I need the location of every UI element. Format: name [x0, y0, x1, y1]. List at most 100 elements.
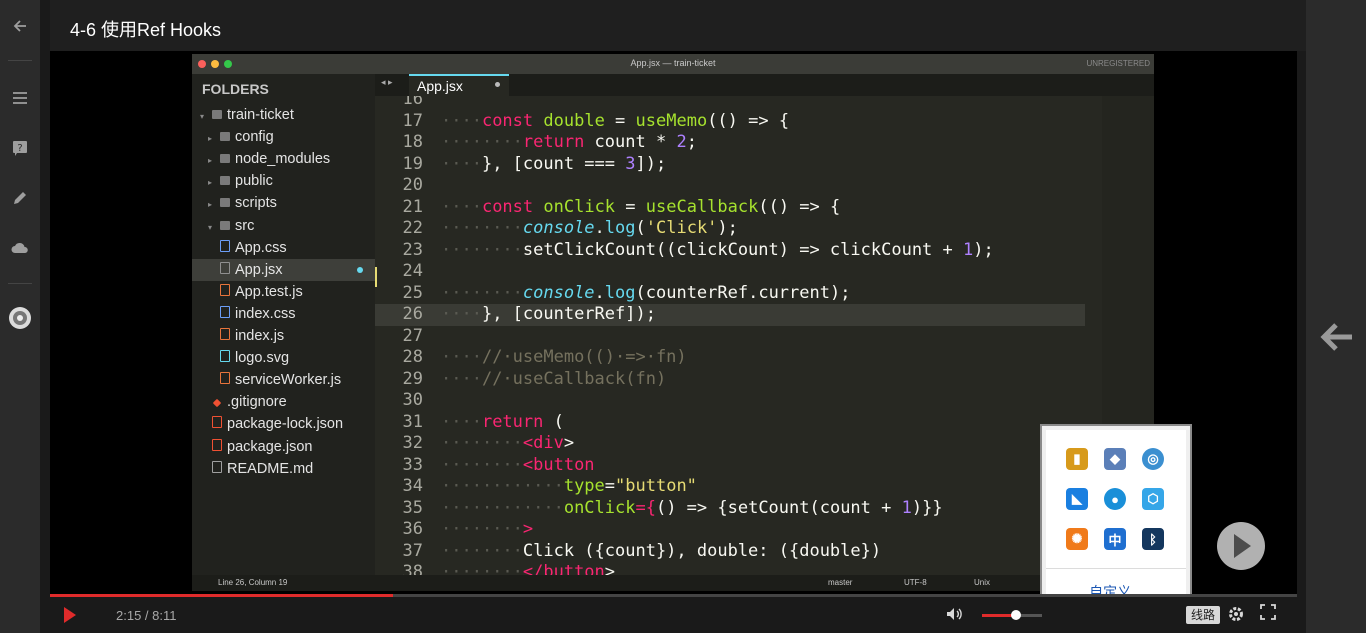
sidebar-item-scripts[interactable]: ▸ scripts — [192, 192, 375, 214]
menu-icon — [13, 92, 27, 104]
next-lesson-button[interactable] — [1318, 320, 1354, 360]
fullscreen-button[interactable] — [1260, 604, 1276, 625]
menu-button[interactable] — [0, 78, 40, 118]
page-title: 4-6 使用Ref Hooks — [70, 20, 222, 40]
code-text: ········<div> — [441, 433, 575, 453]
play-button[interactable] — [64, 607, 76, 623]
sidebar-item-index-js[interactable]: index.js — [192, 325, 375, 347]
left-rail: ? — [0, 0, 40, 633]
progress-bar[interactable] — [50, 594, 1297, 597]
code-text: ····const onClick = useCallback(() => { — [441, 196, 841, 217]
sidebar-item-config[interactable]: ▸ config — [192, 126, 375, 148]
avatar[interactable] — [0, 298, 40, 338]
sidebar-item-package-lock-json[interactable]: package-lock.json — [192, 413, 375, 435]
volume-knob[interactable] — [1010, 610, 1021, 620]
app-blue-icon[interactable]: ◣ — [1066, 488, 1088, 510]
volume-slider[interactable] — [982, 610, 1042, 620]
system-tray-popup: ▮ ◆ ◎ ◣ ● ⬡ ✺ 中 ᛒ 自定义... — [1040, 424, 1192, 617]
sidebar-item-label: public — [235, 173, 273, 190]
sidebar-item-app-css[interactable]: App.css — [192, 237, 375, 259]
code-line: 38 ········</button> — [375, 562, 1085, 575]
play-overlay-button[interactable] — [1217, 522, 1265, 570]
globe-icon[interactable]: ◎ — [1142, 448, 1164, 470]
gear-icon — [1229, 607, 1243, 621]
tab-label: App.jsx — [417, 78, 463, 94]
line-number: 33 — [402, 454, 423, 475]
sidebar-item-label: package.json — [227, 438, 313, 455]
sidebar-item-label: .gitignore — [227, 394, 287, 411]
sidebar-item-train-ticket[interactable]: ▾ train-ticket — [192, 104, 375, 126]
volume-button[interactable] — [946, 606, 962, 627]
sidebar-item-label: package-lock.json — [227, 416, 344, 433]
code-line: 17 ····const double = useMemo(() => { — [375, 111, 1085, 133]
edit-button[interactable] — [0, 178, 40, 218]
sidebar-item-label: README.md — [227, 460, 314, 477]
code-line: 16 — [375, 96, 1085, 111]
sidebar-item-app-jsx[interactable]: App.jsx — [192, 258, 375, 281]
code-line: 31 ····return ( — [375, 412, 1085, 434]
sidebar-item-label: serviceWorker.js — [235, 372, 342, 389]
line-number: 19 — [402, 153, 423, 174]
avatar-icon — [9, 307, 31, 329]
pencil-icon — [14, 192, 26, 204]
code-line: 28 ····//·useMemo(()·=>·fn) — [375, 347, 1085, 369]
sidebar-item-gitignore[interactable]: .gitignore — [192, 391, 375, 413]
help-button[interactable]: ? — [0, 128, 40, 168]
tab-app-jsx[interactable]: App.jsx — [409, 74, 509, 96]
sidebar-item-serviceworker-js[interactable]: serviceWorker.js — [192, 369, 375, 391]
sidebar-item-label: App.jsx — [235, 261, 283, 278]
network-monitor-icon[interactable]: ◆ — [1104, 448, 1126, 470]
sidebar-item-app-test-js[interactable]: App.test.js — [192, 281, 375, 303]
tab-bar: ◂ ▸ App.jsx — [375, 74, 1154, 96]
sidebar-item-src[interactable]: ▾ src — [192, 215, 375, 237]
hexagon-icon[interactable]: ⬡ — [1142, 488, 1164, 510]
sidebar-item-label: index.css — [235, 305, 296, 322]
sidebar-item-label: node_modules — [235, 151, 331, 168]
expand-arrow-icon: ▸ — [208, 134, 213, 144]
settings-button[interactable] — [1228, 606, 1244, 627]
line-number: 30 — [402, 390, 423, 410]
code-line: 25 ········console.log(counterRef.current… — [375, 283, 1085, 305]
sidebar-item-node-modules[interactable]: ▸ node_modules — [192, 148, 375, 170]
line-number: 26 — [402, 304, 423, 324]
sidebar-item-logo-svg[interactable]: logo.svg — [192, 347, 375, 369]
line-number: 22 — [402, 218, 423, 238]
sun-app-icon[interactable]: ✺ — [1066, 528, 1088, 550]
file-icon — [220, 305, 230, 318]
expand-arrow-icon: ▸ — [208, 156, 213, 166]
code-area[interactable]: 16 17 ····const double = useMemo(() => {18… — [375, 96, 1154, 575]
line-select-button[interactable]: 线路 — [1186, 606, 1220, 624]
editor-title-bar: App.jsx — train-ticket UNREGISTERED — [192, 54, 1154, 74]
unsaved-dot — [495, 82, 500, 87]
input-method-icon[interactable]: 中 — [1104, 528, 1126, 550]
sidebar-item-readme-md[interactable]: README.md — [192, 458, 375, 480]
code-text: ········</button> — [441, 562, 616, 575]
line-number: 17 — [402, 110, 423, 131]
folder-icon — [220, 198, 230, 208]
sidebar-item-public[interactable]: ▸ public — [192, 170, 375, 192]
shield-icon[interactable]: ▮ — [1066, 448, 1088, 470]
code-line: 37 ········Click ({count}), double: ({dou… — [375, 541, 1085, 563]
title-bar: 4-6 使用Ref Hooks — [50, 0, 1306, 51]
player-controls: 2:15 / 8:11 线路 — [50, 594, 1297, 633]
code-text: ····const double = useMemo(() => { — [441, 110, 790, 131]
code-text: ····return ( — [441, 411, 564, 432]
arrow-left-icon — [13, 20, 26, 32]
play-icon — [1234, 534, 1251, 558]
line-number: 23 — [402, 239, 423, 260]
file-icon — [212, 438, 222, 451]
code-text: ········> — [441, 519, 534, 539]
cloud-icon — [11, 242, 28, 253]
back-button[interactable] — [0, 6, 40, 46]
bluetooth-icon[interactable]: ᛒ — [1142, 528, 1164, 550]
folder-icon — [220, 220, 230, 230]
line-number: 25 — [402, 282, 423, 303]
cloud-button[interactable] — [0, 228, 40, 268]
chat-icon[interactable]: ● — [1104, 488, 1126, 510]
expand-arrow-icon: ▾ — [200, 112, 205, 121]
sidebar-item-index-css[interactable]: index.css — [192, 303, 375, 325]
sidebar-item-package-json[interactable]: package.json — [192, 436, 375, 458]
tab-nav-arrows[interactable]: ◂ ▸ — [381, 77, 393, 88]
line-number: 27 — [402, 325, 423, 346]
cursor-position: Line 26, Column 19 — [218, 578, 288, 587]
